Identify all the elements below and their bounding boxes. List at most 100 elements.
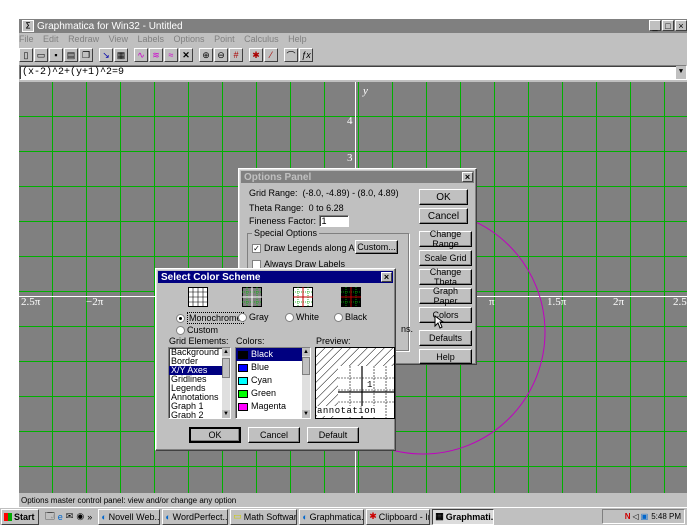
copy-icon[interactable]: ❐ bbox=[79, 48, 93, 62]
radio-custom[interactable]: Custom bbox=[176, 325, 218, 335]
gray-scheme-icon[interactable] bbox=[242, 287, 262, 307]
options-ok-button[interactable]: OK bbox=[419, 189, 468, 205]
scale-grid-button[interactable]: Scale Grid bbox=[419, 250, 472, 266]
colors-list[interactable]: Black Blue Cyan Green Magenta ▲ ▼ bbox=[235, 347, 311, 419]
fineness-input[interactable]: 1 bbox=[318, 215, 349, 227]
ie-icon[interactable]: e bbox=[58, 512, 63, 522]
scroll-thumb[interactable] bbox=[222, 358, 230, 378]
draw-legends-checkbox[interactable]: ✓ bbox=[252, 243, 261, 253]
dropdown-arrow-icon[interactable]: ▼ bbox=[676, 66, 686, 79]
task-graphmatica[interactable]: ▦ Graphmati... bbox=[432, 508, 495, 525]
outlook-icon[interactable]: ✉ bbox=[66, 511, 74, 522]
color-cancel-button[interactable]: Cancel bbox=[248, 427, 300, 443]
scroll-up-icon[interactable]: ▲ bbox=[222, 348, 230, 356]
menu-redraw[interactable]: Redraw bbox=[68, 34, 99, 44]
equation-input[interactable]: (x-2)^2+(y+1)^2=9 ▼ bbox=[19, 65, 687, 80]
menu-labels[interactable]: Labels bbox=[137, 34, 164, 44]
grid-elements-list[interactable]: Background Border X/Y Axes Gridlines Leg… bbox=[168, 347, 231, 419]
radio-dot[interactable] bbox=[176, 325, 185, 335]
draw-icon[interactable]: ↘ bbox=[99, 48, 113, 62]
grid-icon[interactable]: # bbox=[229, 48, 243, 62]
radio-dot[interactable] bbox=[238, 312, 247, 322]
task-clipboard[interactable]: ✱Clipboard - Inf... bbox=[366, 508, 431, 525]
black-scheme-icon[interactable] bbox=[341, 287, 361, 307]
color-item[interactable]: Cyan bbox=[236, 374, 310, 387]
close-icon[interactable]: × bbox=[381, 272, 392, 282]
radio-dot[interactable] bbox=[334, 312, 343, 322]
monochrome-scheme-icon[interactable] bbox=[188, 287, 208, 307]
radio-white[interactable]: White bbox=[285, 312, 319, 322]
colors-button[interactable]: Colors bbox=[419, 307, 472, 323]
table-icon[interactable]: ▦ bbox=[114, 48, 128, 62]
clipboard-icon: ✱ bbox=[369, 511, 377, 521]
zoom-in-icon[interactable]: ⊕ bbox=[199, 48, 213, 62]
open-icon[interactable]: ▭ bbox=[34, 48, 48, 62]
menu-options[interactable]: Options bbox=[174, 34, 205, 44]
options-panel-titlebar[interactable]: Options Panel × bbox=[241, 171, 474, 183]
list-item[interactable]: Graph 2 bbox=[169, 411, 230, 419]
graph2-icon[interactable]: ≋ bbox=[149, 48, 163, 62]
fineness-row: Fineness Factor: 1 bbox=[249, 215, 349, 227]
color-default-button[interactable]: Default bbox=[307, 427, 359, 443]
delete-icon[interactable]: ✕ bbox=[179, 48, 193, 62]
radio-monochrome[interactable]: Monochrome bbox=[176, 312, 244, 324]
color-item[interactable]: Blue bbox=[236, 361, 310, 374]
menu-view[interactable]: View bbox=[109, 34, 128, 44]
scroll-up-icon[interactable]: ▲ bbox=[302, 348, 310, 356]
color-ok-button[interactable]: OK bbox=[189, 427, 241, 443]
custom-button[interactable]: Custom... bbox=[355, 240, 398, 254]
radio-gray[interactable]: Gray bbox=[238, 312, 269, 322]
close-icon[interactable]: × bbox=[675, 20, 687, 31]
minimize-icon[interactable]: _ bbox=[649, 20, 661, 31]
tray-monitor-icon[interactable]: ▣ bbox=[641, 512, 649, 521]
graph-icon[interactable]: ∿ bbox=[134, 48, 148, 62]
color-swatch bbox=[238, 389, 248, 398]
maximize-icon[interactable]: □ bbox=[662, 20, 674, 31]
zoom-out-icon[interactable]: ⊖ bbox=[214, 48, 228, 62]
color-item[interactable]: Green bbox=[236, 387, 310, 400]
print-icon[interactable]: ▤ bbox=[64, 48, 78, 62]
tray-volume-icon[interactable]: ◁ bbox=[632, 512, 638, 521]
task-novell[interactable]: ◐ Novell Web... bbox=[98, 508, 161, 525]
scroll-down-icon[interactable]: ▼ bbox=[302, 410, 310, 418]
change-theta-button[interactable]: Change Theta bbox=[419, 267, 472, 287]
color-scheme-titlebar[interactable]: Select Color Scheme × bbox=[158, 271, 393, 283]
tray-network-icon[interactable]: N bbox=[625, 512, 631, 521]
menu-calculus[interactable]: Calculus bbox=[244, 34, 279, 44]
change-range-button[interactable]: Change Range bbox=[419, 229, 472, 249]
scroll-thumb[interactable] bbox=[302, 357, 310, 375]
menu-edit[interactable]: Edit bbox=[43, 34, 59, 44]
save-icon[interactable]: ▪ bbox=[49, 48, 63, 62]
axes-icon[interactable]: ✱ bbox=[249, 48, 263, 62]
curve-icon[interactable]: ⌒ bbox=[284, 48, 298, 62]
more-chevron[interactable]: » bbox=[87, 512, 92, 522]
color-item[interactable]: Magenta bbox=[236, 400, 310, 413]
scroll-down-icon[interactable]: ▼ bbox=[222, 410, 230, 418]
start-button[interactable]: Start bbox=[1, 508, 39, 525]
defaults-button[interactable]: Defaults bbox=[419, 330, 472, 346]
close-icon[interactable]: × bbox=[462, 172, 473, 182]
color-item[interactable]: Black bbox=[236, 348, 310, 361]
menu-help[interactable]: Help bbox=[288, 34, 307, 44]
scrollbar[interactable]: ▲ ▼ bbox=[222, 348, 230, 418]
graph3-icon[interactable]: ≈ bbox=[164, 48, 178, 62]
channels-icon[interactable]: ◉ bbox=[76, 511, 84, 522]
menu-file[interactable]: File bbox=[19, 34, 34, 44]
options-cancel-button[interactable]: Cancel bbox=[419, 208, 468, 224]
task-wordperfect[interactable]: ◐ WordPerfect... bbox=[162, 508, 229, 525]
task-graphmatica-browser[interactable]: ◐ Graphmatica... bbox=[299, 508, 365, 525]
task-math-software[interactable]: ▭ Math Software bbox=[230, 508, 298, 525]
help-button[interactable]: Help bbox=[419, 349, 472, 364]
radio-black[interactable]: Black bbox=[334, 312, 367, 322]
new-icon[interactable]: ▯ bbox=[19, 48, 33, 62]
radio-dot[interactable] bbox=[285, 312, 294, 322]
white-scheme-icon[interactable] bbox=[293, 287, 313, 307]
scrollbar[interactable]: ▲ ▼ bbox=[302, 348, 310, 418]
fx-icon[interactable]: ƒx bbox=[299, 48, 313, 62]
menu-point[interactable]: Point bbox=[214, 34, 235, 44]
app-titlebar[interactable]: ∑ Graphmatica for Win32 - Untitled bbox=[19, 19, 687, 33]
graph-paper-button[interactable]: Graph Paper bbox=[419, 286, 472, 306]
radio-dot[interactable] bbox=[176, 313, 185, 323]
desktop-icon[interactable]: 🗔 bbox=[45, 509, 55, 525]
tangent-icon[interactable]: ⁄ bbox=[264, 48, 278, 62]
